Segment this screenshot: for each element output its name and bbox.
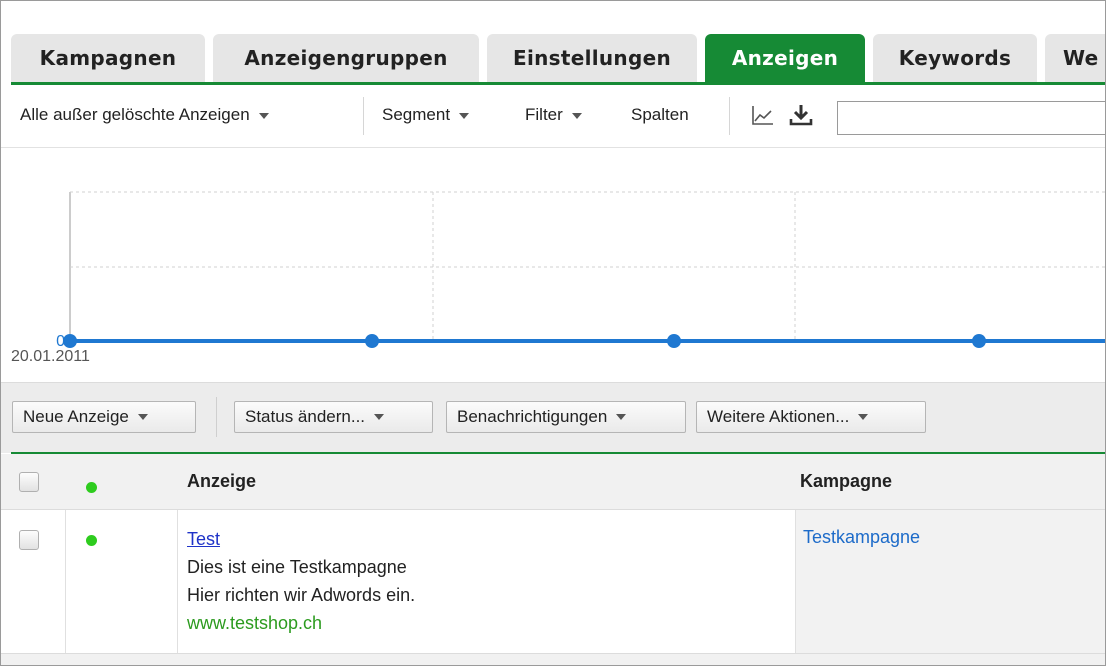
ad-description-line1: Dies ist eine Testkampagne bbox=[187, 557, 407, 577]
filter-dropdown[interactable]: Filter bbox=[525, 105, 582, 125]
status-dot-icon bbox=[86, 535, 97, 546]
chart-svg: 0 bbox=[56, 191, 1105, 350]
ads-table: Anzeige Kampagne Test Dies ist eine Test… bbox=[1, 454, 1105, 665]
columns-button[interactable]: Spalten bbox=[631, 105, 689, 125]
tab-keywords[interactable]: Keywords bbox=[873, 34, 1037, 82]
toolbar: Alle außer gelöschte Anzeigen Segment Fi… bbox=[1, 85, 1105, 148]
more-actions-label: Weitere Aktionen... bbox=[707, 407, 850, 426]
segment-dropdown[interactable]: Segment bbox=[382, 105, 470, 125]
adwords-window: Kampagnen Anzeigengruppen Einstellungen … bbox=[0, 0, 1106, 666]
chevron-down-icon bbox=[374, 414, 385, 420]
change-status-button[interactable]: Status ändern... bbox=[234, 401, 433, 433]
row-checkbox[interactable] bbox=[19, 530, 39, 550]
actions-divider bbox=[216, 397, 217, 437]
filter-label: Filter bbox=[525, 105, 563, 124]
column-divider bbox=[795, 510, 796, 665]
chevron-down-icon bbox=[258, 112, 269, 119]
data-point bbox=[63, 334, 77, 348]
view-filter-label: Alle außer gelöschte Anzeigen bbox=[20, 105, 250, 124]
table-footer-row bbox=[1, 654, 1105, 665]
status-dot-icon bbox=[86, 482, 97, 493]
tab-einstellungen[interactable]: Einstellungen bbox=[487, 34, 697, 82]
column-header-campaign[interactable]: Kampagne bbox=[800, 471, 892, 492]
segment-label: Segment bbox=[382, 105, 451, 124]
select-all-checkbox[interactable] bbox=[19, 472, 39, 492]
data-point bbox=[972, 334, 986, 348]
data-point bbox=[667, 334, 681, 348]
download-icon[interactable] bbox=[789, 103, 813, 127]
view-filter-dropdown[interactable]: Alle außer gelöschte Anzeigen bbox=[20, 105, 269, 125]
toolbar-divider bbox=[729, 97, 730, 135]
tab-kampagnen[interactable]: Kampagnen bbox=[11, 34, 205, 82]
notifications-label: Benachrichtigungen bbox=[457, 407, 608, 426]
more-actions-button[interactable]: Weitere Aktionen... bbox=[696, 401, 926, 433]
ad-display-url: www.testshop.ch bbox=[187, 613, 323, 633]
column-header-ad[interactable]: Anzeige bbox=[187, 471, 256, 492]
notifications-button[interactable]: Benachrichtigungen bbox=[446, 401, 686, 433]
search-input[interactable] bbox=[837, 101, 1105, 135]
chevron-down-icon bbox=[137, 414, 148, 420]
chevron-down-icon bbox=[571, 112, 582, 119]
tab-bar: Kampagnen Anzeigengruppen Einstellungen … bbox=[1, 1, 1105, 85]
tab-anzeigen[interactable]: Anzeigen bbox=[705, 34, 865, 82]
chevron-down-icon bbox=[459, 112, 470, 119]
performance-chart: 0 20.01.2011 bbox=[1, 147, 1105, 382]
tab-weitere[interactable]: We bbox=[1045, 34, 1105, 82]
toolbar-divider bbox=[363, 97, 364, 135]
ad-title-link[interactable]: Test bbox=[187, 529, 220, 550]
data-point bbox=[365, 334, 379, 348]
actions-bar: Neue Anzeige Status ändern... Benachrich… bbox=[1, 382, 1105, 453]
line-chart-icon[interactable] bbox=[751, 103, 775, 127]
column-divider bbox=[65, 510, 66, 665]
new-ad-button[interactable]: Neue Anzeige bbox=[12, 401, 196, 433]
tab-anzeigengruppen[interactable]: Anzeigengruppen bbox=[213, 34, 479, 82]
new-ad-label: Neue Anzeige bbox=[23, 407, 129, 426]
chevron-down-icon bbox=[616, 414, 627, 420]
column-divider bbox=[177, 510, 178, 665]
x-axis-date-label: 20.01.2011 bbox=[11, 348, 90, 365]
table-header bbox=[1, 454, 1105, 510]
chevron-down-icon bbox=[858, 414, 869, 420]
ad-description-line2: Hier richten wir Adwords ein. bbox=[187, 585, 416, 605]
campaign-link[interactable]: Testkampagne bbox=[803, 527, 920, 548]
change-status-label: Status ändern... bbox=[245, 407, 366, 426]
